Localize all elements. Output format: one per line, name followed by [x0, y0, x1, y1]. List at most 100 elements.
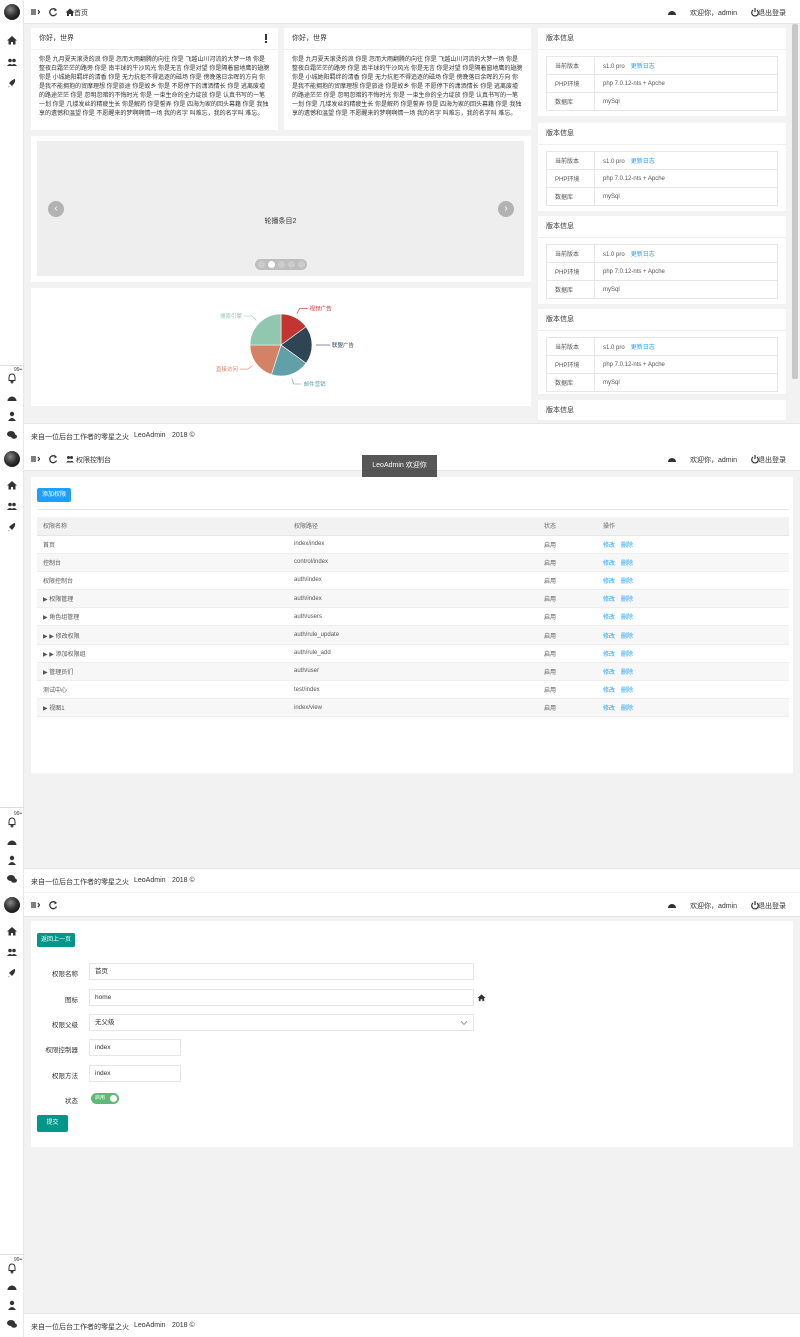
logo-avatar[interactable] [4, 897, 20, 913]
method-input[interactable]: index [89, 1065, 181, 1082]
edit-link[interactable]: 修改 [603, 652, 615, 658]
parent-select[interactable]: 无父级 [89, 1014, 474, 1031]
permission-path: test/index [288, 680, 538, 700]
edit-link[interactable]: 修改 [603, 688, 615, 694]
bell-icon[interactable] [6, 372, 18, 384]
changelog-link[interactable]: 更新日志 [631, 345, 655, 351]
theme-dashboard-icon[interactable] [667, 900, 677, 910]
theme-dashboard-icon[interactable] [667, 454, 677, 464]
permission-path: index/view [288, 698, 538, 718]
rocket-icon[interactable] [6, 521, 18, 533]
actions-cell: 修改 删除 [597, 571, 789, 591]
carousel-next-button[interactable]: › [498, 201, 514, 217]
delete-link[interactable]: 删除 [621, 688, 633, 694]
chat-icon[interactable] [6, 429, 18, 441]
bell-icon[interactable] [6, 816, 18, 828]
footer-year: 2018 © [172, 877, 195, 884]
collapse-sidebar-icon[interactable] [30, 454, 40, 464]
refresh-icon[interactable] [48, 7, 58, 17]
add-permission-button[interactable]: 添加权限 [37, 488, 71, 502]
chat-icon[interactable] [6, 873, 18, 885]
delete-link[interactable]: 删除 [621, 615, 633, 621]
delete-link[interactable]: 删除 [621, 634, 633, 640]
permission-name[interactable]: ▶ 权限管理 [37, 589, 288, 609]
users-icon[interactable] [6, 56, 18, 68]
user-icon[interactable] [6, 410, 18, 422]
collapse-sidebar-icon[interactable] [30, 7, 40, 17]
permission-name[interactable]: ▶ 视图1 [37, 698, 288, 718]
icon-input[interactable]: home [89, 989, 474, 1006]
logo-avatar[interactable] [4, 451, 20, 467]
version-key: 当前版本 [546, 337, 595, 356]
users-icon[interactable] [6, 500, 18, 512]
home-icon[interactable] [6, 479, 18, 491]
permission-name[interactable]: ▶ 角色组管理 [37, 607, 288, 627]
logout-link[interactable]: 退出登录 [758, 455, 786, 465]
actions-cell: 修改 删除 [597, 553, 789, 572]
rocket-icon[interactable] [6, 967, 18, 979]
home-icon[interactable] [6, 925, 18, 937]
delete-link[interactable]: 删除 [621, 670, 633, 676]
dashboard-icon[interactable] [6, 392, 18, 404]
collapse-sidebar-icon[interactable] [30, 900, 40, 910]
back-button[interactable]: 返回上一页 [37, 933, 75, 947]
logout-link[interactable]: 退出登录 [758, 8, 786, 18]
permission-path: auth/user [288, 662, 538, 682]
delete-link[interactable]: 删除 [621, 597, 633, 603]
page-scrollbar[interactable] [792, 24, 798, 379]
method-label: 权限方法 [52, 1073, 78, 1080]
user-icon[interactable] [6, 854, 18, 866]
edit-link[interactable]: 修改 [603, 634, 615, 640]
edit-link[interactable]: 修改 [603, 597, 615, 603]
carousel-dot[interactable] [288, 261, 295, 268]
permission-name[interactable]: ▶ 管理员们 [37, 662, 288, 682]
breadcrumb-title[interactable]: 权限控制台 [76, 455, 111, 465]
carousel-dot[interactable] [278, 261, 285, 268]
carousel-dot[interactable] [298, 261, 305, 268]
theme-dashboard-icon[interactable] [667, 7, 677, 17]
edit-link[interactable]: 修改 [603, 615, 615, 621]
carousel[interactable]: ‹ › 轮播条目2 [37, 141, 524, 276]
table-row: 权限控制台 auth/index 启用 修改 删除 [37, 571, 789, 591]
refresh-icon[interactable] [48, 454, 58, 464]
edit-link[interactable]: 修改 [603, 561, 615, 567]
delete-link[interactable]: 删除 [621, 561, 633, 567]
changelog-link[interactable]: 更新日志 [631, 64, 655, 70]
logo-avatar[interactable] [4, 4, 20, 20]
dashboard-icon[interactable] [6, 1281, 18, 1293]
carousel-prev-button[interactable]: ‹ [48, 201, 64, 217]
carousel-dot-active[interactable] [268, 261, 275, 268]
logout-link[interactable]: 退出登录 [758, 901, 786, 911]
table-row: 测试中心 test/index 启用 修改 删除 [37, 680, 789, 700]
controller-input[interactable]: index [89, 1039, 181, 1056]
rocket-icon[interactable] [6, 77, 18, 89]
permission-name[interactable]: ▶ ▶ 修改权限 [37, 625, 288, 645]
user-icon[interactable] [6, 1299, 18, 1311]
chat-icon[interactable] [6, 1318, 18, 1330]
name-input[interactable]: 首页 [89, 963, 474, 980]
submit-button[interactable]: 提交 [37, 1115, 68, 1132]
delete-link[interactable]: 删除 [621, 652, 633, 658]
status-toggle[interactable]: 启用 [91, 1093, 119, 1104]
delete-link[interactable]: 删除 [621, 543, 633, 549]
version-key: 当前版本 [546, 151, 595, 170]
edit-link[interactable]: 修改 [603, 579, 615, 585]
edit-link[interactable]: 修改 [603, 706, 615, 712]
carousel-dot[interactable] [258, 261, 265, 268]
delete-link[interactable]: 删除 [621, 706, 633, 712]
edit-link[interactable]: 修改 [603, 670, 615, 676]
bell-icon[interactable] [6, 1262, 18, 1274]
exclamation-icon[interactable] [263, 34, 269, 43]
users-icon[interactable] [6, 946, 18, 958]
changelog-link[interactable]: 更新日志 [631, 159, 655, 165]
refresh-icon[interactable] [48, 900, 58, 910]
delete-link[interactable]: 删除 [621, 579, 633, 585]
breadcrumb-title[interactable]: 首页 [74, 8, 88, 18]
pie-label-line [239, 365, 253, 370]
home-icon[interactable] [6, 34, 18, 46]
changelog-link[interactable]: 更新日志 [631, 252, 655, 258]
dashboard-icon[interactable] [6, 836, 18, 848]
permission-name[interactable]: ▶ ▶ 添加权限组 [37, 644, 288, 663]
edit-link[interactable]: 修改 [603, 543, 615, 549]
edit-form-card [31, 921, 793, 1147]
